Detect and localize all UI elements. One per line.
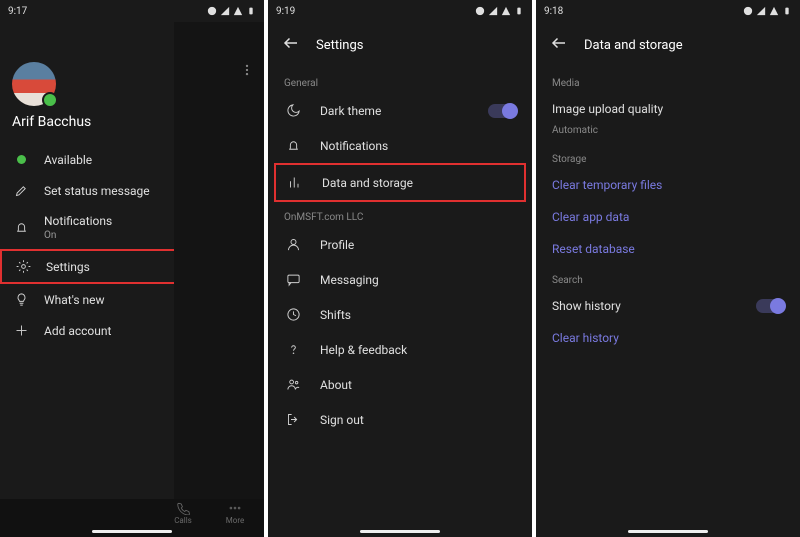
- screen-profile-drawer: 9:17 Arif Bacchus Available Set status m…: [0, 0, 264, 537]
- clear-app-row[interactable]: Clear app data: [536, 201, 800, 233]
- moon-icon: [284, 103, 302, 118]
- section-header: Media: [536, 68, 800, 93]
- person-icon: [284, 237, 302, 252]
- row-label: Clear app data: [552, 210, 629, 224]
- bell-icon: [12, 220, 30, 235]
- image-quality-value: Automatic: [536, 125, 800, 144]
- section-header: OnMSFT.com LLC: [268, 202, 532, 227]
- nav-label: Calls: [174, 516, 192, 525]
- clock: 9:19: [276, 6, 295, 17]
- app-bar: Data and storage: [536, 22, 800, 68]
- status-icons: [207, 6, 256, 16]
- nav-label: More: [226, 516, 244, 525]
- main-behind-panel: [174, 22, 264, 507]
- row-label: Messaging: [320, 273, 379, 287]
- reset-db-row[interactable]: Reset database: [536, 233, 800, 265]
- shifts-row[interactable]: Shifts: [268, 297, 532, 332]
- row-label: Clear temporary files: [552, 178, 662, 192]
- about-row[interactable]: About: [268, 367, 532, 402]
- section-header: General: [268, 68, 532, 93]
- home-indicator: [628, 530, 708, 533]
- sign-out-row[interactable]: Sign out: [268, 402, 532, 437]
- page-title: Settings: [316, 38, 363, 53]
- help-icon: [284, 342, 302, 357]
- app-bar: Settings: [268, 22, 532, 68]
- clock: 9:17: [8, 6, 27, 17]
- notifications-row[interactable]: Notifications: [268, 128, 532, 163]
- row-label: Reset database: [552, 242, 635, 256]
- signout-icon: [284, 412, 302, 427]
- chart-icon: [286, 175, 304, 190]
- status-bar: 9:18: [536, 0, 800, 22]
- row-label: Profile: [320, 238, 354, 252]
- row-label: Image upload quality: [552, 102, 663, 116]
- row-label: Show history: [552, 299, 621, 313]
- image-quality-row[interactable]: Image upload quality: [536, 93, 800, 125]
- dark-theme-toggle[interactable]: [488, 104, 516, 118]
- clear-temp-row[interactable]: Clear temporary files: [536, 169, 800, 201]
- back-icon[interactable]: [282, 34, 300, 56]
- status-icons: [475, 6, 524, 16]
- page-title: Data and storage: [584, 38, 683, 53]
- help-row[interactable]: Help & feedback: [268, 332, 532, 367]
- nav-more[interactable]: More: [212, 501, 258, 537]
- status-bar: 9:19: [268, 0, 532, 22]
- gear-icon: [14, 259, 32, 274]
- section-header: Search: [536, 265, 800, 290]
- plus-icon: [12, 323, 30, 338]
- edit-icon: [12, 183, 30, 198]
- clock-icon: [284, 307, 302, 322]
- data-storage-row[interactable]: Data and storage: [274, 163, 526, 202]
- screen-data-storage: 9:18 Data and storage Media Image upload…: [536, 0, 800, 537]
- row-label: Sign out: [320, 413, 364, 427]
- row-label: Shifts: [320, 308, 351, 322]
- clear-history-row[interactable]: Clear history: [536, 322, 800, 354]
- presence-dot-icon: [17, 155, 26, 164]
- screen-settings: 9:19 Settings General Dark theme Notific…: [268, 0, 532, 537]
- row-label: About: [320, 378, 352, 392]
- avatar[interactable]: [12, 62, 56, 106]
- overflow-icon[interactable]: [240, 62, 254, 81]
- row-label: Help & feedback: [320, 343, 407, 357]
- profile-row[interactable]: Profile: [268, 227, 532, 262]
- lightbulb-icon: [12, 292, 30, 307]
- row-label: Data and storage: [322, 176, 413, 190]
- clock: 9:18: [544, 6, 563, 17]
- bell-icon: [284, 138, 302, 153]
- show-history-row[interactable]: Show history: [536, 290, 800, 322]
- status-bar: 9:17: [0, 0, 264, 22]
- dark-theme-row[interactable]: Dark theme: [268, 93, 532, 128]
- chat-icon: [284, 272, 302, 287]
- status-icons: [743, 6, 792, 16]
- section-header: Storage: [536, 144, 800, 169]
- row-label: Notifications: [320, 139, 388, 153]
- home-indicator: [360, 530, 440, 533]
- messaging-row[interactable]: Messaging: [268, 262, 532, 297]
- show-history-toggle[interactable]: [756, 299, 784, 313]
- teams-icon: [284, 377, 302, 392]
- row-label: Clear history: [552, 331, 619, 345]
- row-label: Dark theme: [320, 104, 381, 118]
- back-icon[interactable]: [550, 34, 568, 56]
- home-indicator: [92, 530, 172, 533]
